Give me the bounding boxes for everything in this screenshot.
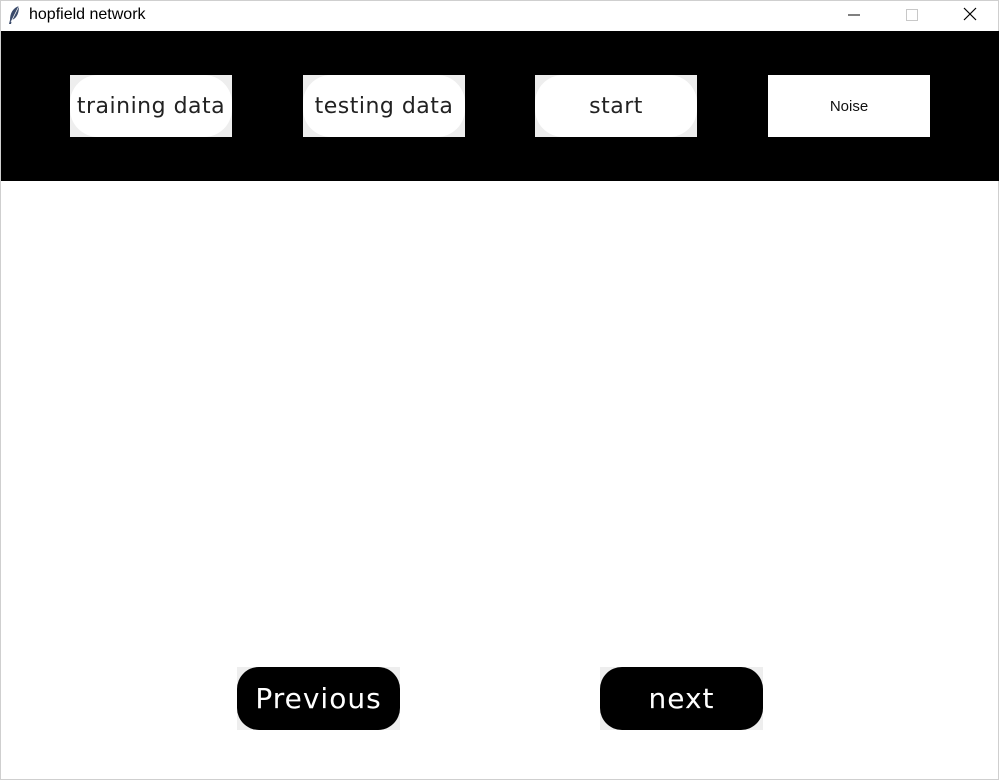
testing-data-button[interactable]: testing data (303, 75, 465, 137)
minimize-icon (848, 6, 860, 25)
button-shape: Previous (237, 667, 400, 730)
button-shape: next (600, 667, 763, 730)
title-bar[interactable]: hopfield network (1, 1, 998, 30)
previous-button[interactable]: Previous (237, 667, 400, 730)
training-data-button[interactable]: training data (70, 75, 232, 137)
previous-label: Previous (255, 682, 382, 715)
close-button[interactable] (941, 1, 999, 30)
minimize-button[interactable] (825, 1, 883, 30)
close-icon (963, 6, 977, 25)
feather-icon (7, 5, 21, 25)
next-label: next (648, 682, 715, 715)
app-window: hopfield network training data testing d… (0, 0, 999, 780)
next-button[interactable]: next (600, 667, 763, 730)
content-area (1, 181, 998, 661)
start-label: start (589, 93, 643, 119)
noise-label: Noise (829, 97, 869, 115)
toolbar: training data testing data start Noise (1, 31, 999, 181)
maximize-button[interactable] (883, 1, 941, 30)
window-title: hopfield network (29, 6, 146, 23)
noise-button[interactable]: Noise (768, 75, 930, 137)
start-button[interactable]: start (535, 75, 697, 137)
maximize-icon (906, 6, 918, 25)
testing-data-label: testing data (314, 93, 454, 119)
training-data-label: training data (76, 93, 226, 119)
